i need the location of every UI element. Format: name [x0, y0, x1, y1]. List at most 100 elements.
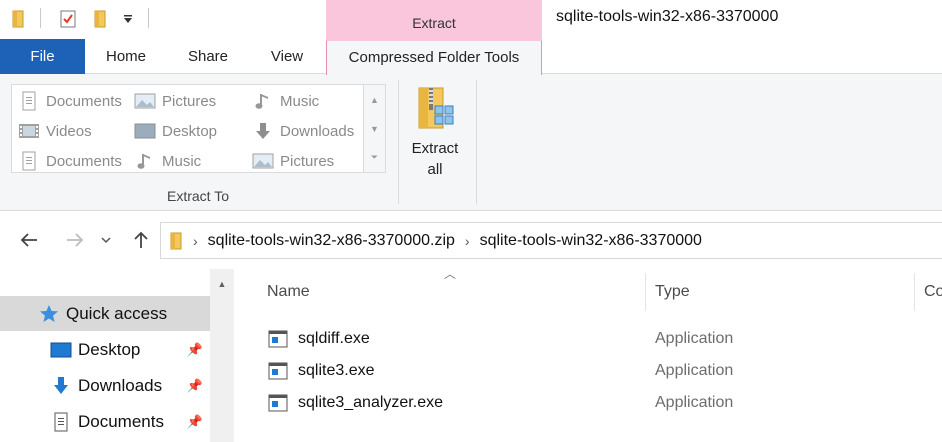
column-header-type[interactable]: Type: [655, 283, 690, 305]
gallery-scroll-down-icon[interactable]: ▼: [364, 114, 385, 143]
gallery-expand-icon[interactable]: ⏷: [364, 143, 385, 172]
extract-to-music[interactable]: Music: [134, 147, 201, 175]
table-row[interactable]: sqlite3_analyzer.exe Application: [262, 387, 942, 419]
application-icon: [268, 394, 288, 412]
column-divider[interactable]: [914, 273, 915, 311]
extract-to-label: Desktop: [162, 122, 218, 140]
window-title: sqlite-tools-win32-x86-3370000: [556, 8, 779, 25]
gallery-scroll-up-icon[interactable]: ▲: [364, 85, 385, 114]
pin-icon[interactable]: 📌: [187, 378, 203, 393]
breadcrumb-chevron-icon[interactable]: ›: [193, 233, 198, 249]
nav-item-documents[interactable]: Documents 📌: [0, 404, 210, 439]
extract-to-group-label: Extract To: [167, 188, 229, 204]
pin-icon[interactable]: 📌: [187, 342, 203, 357]
extract-to-pictures[interactable]: Pictures: [134, 87, 216, 115]
column-header-name[interactable]: Name: [267, 283, 310, 305]
qat-separator: [40, 8, 41, 28]
desktop-icon: [50, 339, 72, 361]
downloads-icon: [252, 120, 274, 142]
tab-view[interactable]: View: [250, 39, 324, 74]
desktop-icon: [134, 120, 156, 142]
navigation-pane: Quick access Desktop 📌 Downloads 📌 Docum…: [0, 269, 234, 442]
file-name: sqldiff.exe: [298, 330, 370, 347]
scroll-up-icon[interactable]: ▲: [210, 269, 234, 299]
nav-item-label: Documents: [78, 411, 164, 431]
group-separator: [476, 80, 477, 204]
downloads-icon: [50, 375, 72, 397]
extract-to-label: Pictures: [162, 92, 217, 110]
new-folder-icon[interactable]: [88, 6, 112, 32]
nav-item-downloads[interactable]: Downloads 📌: [0, 368, 210, 403]
music-icon: [134, 150, 156, 172]
group-separator: [398, 80, 399, 204]
documents-icon: [50, 411, 72, 433]
ribbon-panel: Documents Pictures Music Videos Desktop …: [0, 74, 942, 211]
extract-to-gallery: Documents Pictures Music Videos Desktop …: [11, 84, 364, 173]
table-row[interactable]: sqlite3.exe Application: [262, 355, 942, 387]
nav-item-desktop[interactable]: Desktop 📌: [0, 332, 210, 367]
breadcrumb-zip[interactable]: sqlite-tools-win32-x86-3370000.zip: [208, 232, 455, 250]
gallery-scrollbar[interactable]: ▲ ▼ ⏷: [364, 84, 386, 173]
back-arrow-icon[interactable]: [14, 227, 44, 253]
pictures-icon: [134, 90, 156, 112]
extract-to-label: Downloads: [280, 122, 355, 140]
address-row: › sqlite-tools-win32-x86-3370000.zip › s…: [0, 211, 942, 269]
tab-home[interactable]: Home: [86, 39, 166, 74]
nav-item-label: Downloads: [78, 375, 163, 395]
extract-all-button[interactable]: Extract all: [402, 80, 468, 182]
documents-icon: [18, 150, 40, 172]
folder-icon: [6, 6, 30, 32]
extract-all-label-line2: all: [427, 161, 443, 178]
pictures-icon: [252, 150, 274, 172]
tab-share[interactable]: Share: [166, 39, 250, 74]
extract-to-videos[interactable]: Videos: [18, 117, 92, 145]
qat-separator: [148, 8, 149, 28]
nav-item-label: Desktop: [78, 339, 141, 359]
extract-to-label: Music: [280, 92, 320, 110]
extract-to-label: Documents: [46, 92, 122, 110]
pin-icon[interactable]: 📌: [187, 414, 203, 429]
breadcrumb-folder[interactable]: sqlite-tools-win32-x86-3370000: [480, 232, 702, 250]
tab-compressed-folder-tools[interactable]: Compressed Folder Tools: [326, 39, 542, 75]
table-row[interactable]: sqldiff.exe Application: [262, 323, 942, 355]
forward-arrow-icon[interactable]: [60, 227, 90, 253]
application-icon: [268, 330, 288, 348]
ribbon-tabs: File Home Share View Compressed Folder T…: [0, 39, 942, 75]
up-arrow-icon[interactable]: [126, 227, 156, 253]
extract-to-documents[interactable]: Documents: [18, 87, 122, 115]
nav-pane-scrollbar[interactable]: ▲: [210, 269, 234, 442]
recent-locations-chevron-icon[interactable]: [96, 227, 116, 253]
extract-to-desktop[interactable]: Desktop: [134, 117, 217, 145]
file-name: sqlite3_analyzer.exe: [298, 394, 443, 411]
extract-all-label-line1: Extract: [411, 140, 459, 157]
nav-item-label: Quick access: [66, 303, 168, 323]
file-type: Application: [655, 394, 734, 411]
title-bar: Extract sqlite-tools-win32-x86-3370000: [0, 0, 942, 39]
sort-ascending-icon: ︿: [444, 267, 457, 281]
file-name: sqlite3.exe: [298, 362, 375, 379]
extract-context-header: Extract: [326, 0, 542, 39]
file-type: Application: [655, 362, 734, 379]
properties-check-icon[interactable]: [56, 6, 80, 32]
extract-to-pictures[interactable]: Pictures: [252, 147, 334, 175]
extract-to-label: Pictures: [280, 152, 335, 170]
breadcrumb-chevron-icon[interactable]: ›: [465, 233, 470, 249]
column-header-compressed-size[interactable]: Co: [924, 283, 942, 305]
extract-to-downloads[interactable]: Downloads: [252, 117, 354, 145]
documents-icon: [18, 90, 40, 112]
videos-icon: [18, 120, 40, 142]
extract-to-label: Music: [162, 152, 202, 170]
nav-item-quick-access[interactable]: Quick access: [0, 296, 210, 331]
application-icon: [268, 362, 288, 380]
customize-dropdown-icon[interactable]: [116, 6, 140, 32]
file-type: Application: [655, 330, 734, 347]
extract-to-documents[interactable]: Documents: [18, 147, 122, 175]
tab-file[interactable]: File: [0, 39, 85, 74]
folder-icon: [169, 232, 183, 250]
extract-to-label: Videos: [46, 122, 92, 140]
extract-to-label: Documents: [46, 152, 122, 170]
column-divider[interactable]: [645, 273, 646, 311]
star-icon: [38, 303, 60, 325]
address-bar[interactable]: › sqlite-tools-win32-x86-3370000.zip › s…: [160, 222, 942, 259]
extract-to-music[interactable]: Music: [252, 87, 319, 115]
